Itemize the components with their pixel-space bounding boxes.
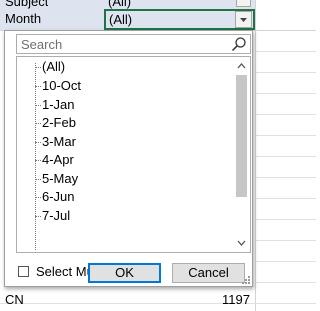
bottom-row-label: CN <box>5 292 24 307</box>
list-item-label: 4-Apr <box>42 152 74 167</box>
list-item[interactable]: 3-Mar <box>17 133 231 151</box>
list-item[interactable]: 10-Oct <box>17 77 231 95</box>
search-icon[interactable] <box>231 36 247 52</box>
row-gridline <box>256 240 316 241</box>
list-item-label: 2-Feb <box>42 115 76 130</box>
list-scrollbar[interactable] <box>233 57 250 252</box>
cancel-button[interactable]: Cancel <box>172 263 245 283</box>
list-item[interactable]: 6-Jun <box>17 188 231 206</box>
list-item-label: 1-Jan <box>42 97 75 112</box>
row-gridline <box>256 198 316 199</box>
row-gridline <box>256 282 316 283</box>
list-item-label: 10-Oct <box>42 78 82 93</box>
scroll-up-icon[interactable] <box>233 58 250 74</box>
month-value: (All) <box>109 12 133 27</box>
filter-dropdown-popup: Search (All) 10-Oct 1-Jan 2-Feb 3-Mar 4-… <box>4 30 253 287</box>
subject-label: Subject <box>5 0 49 9</box>
chevron-down-icon <box>240 18 247 22</box>
list-item-label: 5-May <box>42 171 79 186</box>
month-cell-selected[interactable]: (All) <box>104 9 255 30</box>
ok-button[interactable]: OK <box>88 263 161 283</box>
row-gridline <box>0 303 316 304</box>
list-item-label: (All) <box>42 59 66 74</box>
scrollbar-thumb[interactable] <box>236 75 247 197</box>
row-gridline <box>256 261 316 262</box>
row-gridline <box>256 93 316 94</box>
item-list[interactable]: (All) 10-Oct 1-Jan 2-Feb 3-Mar 4-Apr 5-M… <box>16 56 251 253</box>
row-gridline <box>256 219 316 220</box>
list-item-label: 6-Jun <box>42 189 75 204</box>
list-item[interactable]: 5-May <box>17 170 231 188</box>
row-gridline <box>256 135 316 136</box>
row-gridline <box>256 51 316 52</box>
row-gridline <box>256 114 316 115</box>
month-label: Month <box>5 11 42 26</box>
month-dropdown-button[interactable] <box>235 11 252 28</box>
search-placeholder: Search <box>21 37 63 52</box>
subject-dropdown-button[interactable] <box>236 0 251 7</box>
list-item[interactable]: 4-Apr <box>17 151 231 169</box>
subject-value[interactable]: (All) <box>108 0 131 9</box>
scroll-down-icon[interactable] <box>233 235 250 251</box>
list-item[interactable]: 1-Jan <box>17 96 231 114</box>
list-item[interactable]: (All) <box>17 58 231 76</box>
list-item-label: 3-Mar <box>42 134 76 149</box>
select-multiple-checkbox[interactable] <box>18 266 29 277</box>
row-gridline <box>256 72 316 73</box>
row-gridline <box>256 156 316 157</box>
list-item-label: 7-Jul <box>42 208 71 223</box>
list-item[interactable]: 7-Jul <box>17 207 231 225</box>
resize-grip-icon[interactable] <box>242 276 250 284</box>
row-gridline <box>256 177 316 178</box>
bottom-row-value: 1197 <box>222 292 250 307</box>
list-item[interactable]: 2-Feb <box>17 114 231 132</box>
search-input[interactable]: Search <box>16 34 251 54</box>
